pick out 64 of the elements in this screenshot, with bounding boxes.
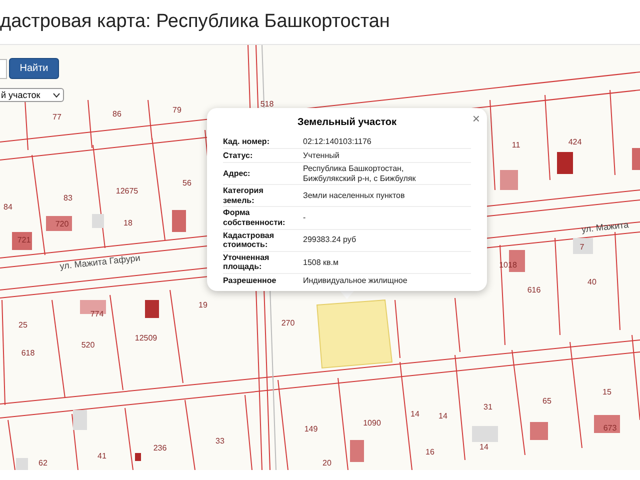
parcel-number: 56 <box>182 178 192 188</box>
field-value: 299383.24 руб <box>303 235 356 245</box>
parcel-number: 236 <box>153 444 167 452</box>
parcel-number: 62 <box>38 458 48 468</box>
field-value: Индивидуальное жилищное <box>303 276 408 286</box>
field-value: - <box>303 213 306 223</box>
parcel-number: 19 <box>198 300 208 310</box>
parcel-number: 79 <box>172 106 182 114</box>
parcel-number: 40 <box>588 278 596 286</box>
parcel-number: 20 <box>322 458 332 468</box>
page-title: дастровая карта: Республика Башкортостан <box>0 11 390 33</box>
search-button[interactable]: Найти <box>9 58 59 79</box>
field-value: Земли населенных пунктов <box>303 190 405 201</box>
caret-icon <box>53 92 60 98</box>
street-name: ул. Мажита Гафури <box>59 252 141 272</box>
parcel-number: 33 <box>216 436 224 446</box>
parcel-number: 41 <box>98 452 106 460</box>
search-field[interactable] <box>0 58 7 78</box>
parcel-number: 774 <box>90 310 104 318</box>
parcel-number: 518 <box>260 100 274 108</box>
street-name: ул. Мажита <box>581 220 629 234</box>
field-label: Уточненная площадь: <box>223 252 270 272</box>
parcel-number: 18 <box>124 218 132 228</box>
field-label: Статус: <box>223 150 254 160</box>
field-label: Форма собственности: <box>223 208 286 228</box>
parcel-number: 270 <box>281 318 295 328</box>
parcel-number: 12675 <box>116 186 138 196</box>
parcel-number: 15 <box>602 388 612 396</box>
parcel-number: 14 <box>438 412 448 420</box>
parcel-number: 149 <box>304 424 318 434</box>
parcel-number: 84 <box>4 202 12 212</box>
parcel-number: 618 <box>21 348 35 358</box>
popup-title: Земельный участок <box>296 117 398 128</box>
parcel-number: 721 <box>17 236 31 244</box>
parcel-number: 424 <box>568 138 582 146</box>
field-value: 02:12:140103:1176 <box>303 136 372 146</box>
field-label: Категория земель: <box>223 186 264 206</box>
parcel-number: 25 <box>18 320 28 330</box>
parcel-number: 1018 <box>499 260 517 270</box>
field-value: Республика Башкортостан, Бижбулякский р-н, с Бижбуляк <box>303 164 417 184</box>
field-label: Кадастровая стоимость: <box>223 230 276 250</box>
parcel-number: 65 <box>542 396 552 406</box>
parcel-number: 616 <box>527 286 541 294</box>
parcel-number: 520 <box>81 340 95 350</box>
parcel-number: 77 <box>52 112 62 122</box>
field-label: Кад. номер: <box>223 136 270 146</box>
parcel-number: 12509 <box>134 334 158 342</box>
field-label: Разрешенное <box>223 276 278 286</box>
parcel-number: 11 <box>512 140 520 150</box>
parcel-number: 720 <box>55 220 69 228</box>
parcel-number: 7 <box>580 242 584 252</box>
close-button[interactable]: × <box>470 111 482 126</box>
parcel-number: 83 <box>64 194 72 202</box>
field-label: Адрес: <box>223 168 252 178</box>
parcel-number: 1090 <box>363 418 381 428</box>
parcel-number: 14 <box>410 410 420 418</box>
field-value: Учтенный <box>303 150 340 160</box>
parcel-number: 86 <box>112 110 122 118</box>
parcel-number: 31 <box>484 402 492 412</box>
parcel-number: 16 <box>426 448 434 456</box>
field-value: 1508 кв.м <box>303 258 338 268</box>
parcel-number: 673 <box>603 424 617 432</box>
layer-select[interactable]: й участок <box>0 88 64 102</box>
parcel-number: 14 <box>480 442 488 452</box>
